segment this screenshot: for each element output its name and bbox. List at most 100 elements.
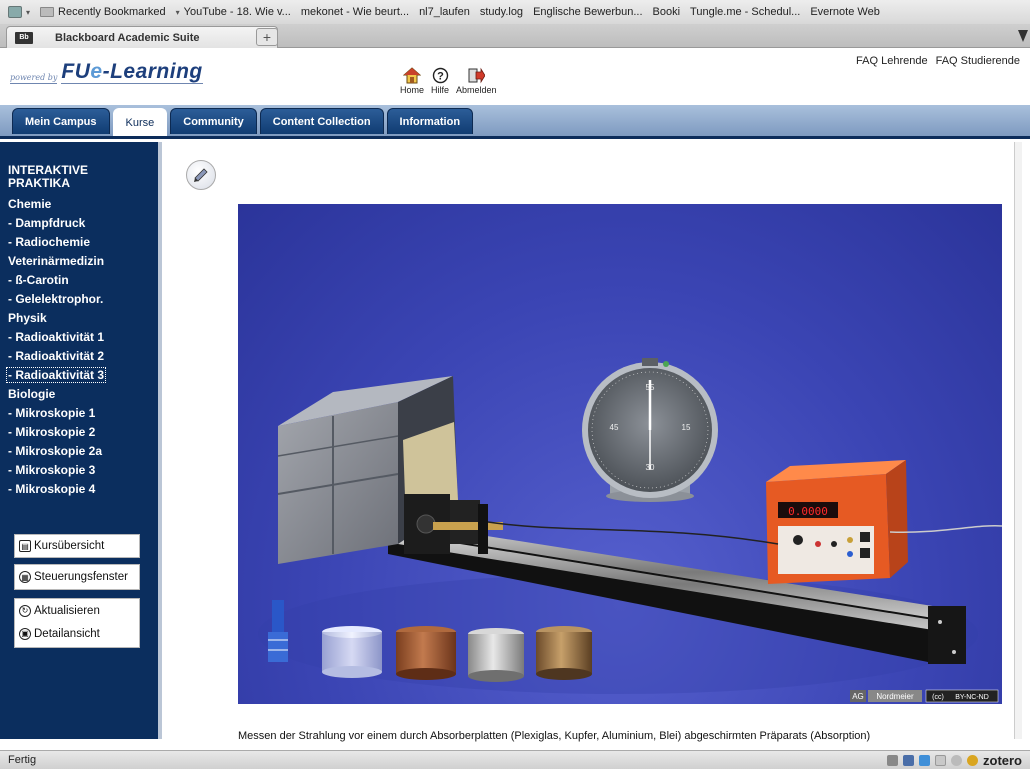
bookmark-tungle[interactable]: Tungle.me - Schedul... (690, 6, 800, 18)
fu-elearning-logo[interactable]: powered by FUe-Learning (10, 61, 203, 84)
book-icon: ▤ (19, 540, 31, 552)
svg-text:BY-NC-ND: BY-NC-ND (955, 694, 989, 701)
detector-cable (487, 521, 779, 545)
tab-list-chevron-icon[interactable] (1018, 30, 1028, 42)
stopwatch: 55 15 30 45 (582, 358, 718, 502)
bookmark-youtube[interactable]: ▾ YouTube - 18. Wie v... (176, 6, 291, 18)
detail-view-icon: ▣ (19, 627, 31, 640)
absorber-plexiglas (322, 626, 382, 678)
aktualisieren-button[interactable]: ↻ Aktualisieren (15, 599, 139, 622)
svg-text:45: 45 (610, 423, 619, 432)
svg-text:Nordmeier: Nordmeier (876, 692, 914, 701)
svg-text:?: ? (437, 70, 444, 82)
status-icons: zotero (887, 753, 1022, 768)
logout-icon (466, 65, 486, 85)
tab-information[interactable]: Information (386, 108, 474, 134)
absorber-kupfer (396, 626, 456, 680)
sidebar-item-radioaktivitaet-2[interactable]: - Radioaktivität 2 (8, 347, 158, 366)
folder-icon (40, 7, 55, 17)
sidebar-group-physik: Physik (8, 311, 47, 325)
chevron-down-icon: ▾ (26, 7, 31, 17)
faq-links: FAQ Lehrende FAQ Studierende (856, 55, 1020, 67)
svg-text:AG: AG (852, 692, 864, 701)
status-text: Fertig (8, 754, 37, 766)
pencil-tool-icon[interactable] (186, 160, 216, 190)
photo-caption: Messen der Strahlung vor einem durch Abs… (238, 730, 871, 742)
tab-mein-campus[interactable]: Mein Campus (12, 108, 110, 134)
sidebar-item-mikroskopie-2[interactable]: - Mikroskopie 2 (8, 423, 158, 442)
main-content: 55 15 30 45 0.0000 (166, 142, 1022, 742)
tab-community[interactable]: Community (170, 108, 257, 134)
browser-status-bar: Fertig zotero (0, 750, 1030, 769)
faq-lehrende-link[interactable]: FAQ Lehrende (856, 55, 928, 67)
powered-by-label: powered by (10, 73, 58, 84)
refresh-icon: ↻ (19, 604, 31, 617)
sidebar-item-radioaktivitaet-1[interactable]: - Radioaktivität 1 (8, 328, 158, 347)
bookmark-booki[interactable]: Booki (653, 6, 681, 18)
logout-link[interactable]: Abmelden (456, 65, 497, 95)
course-sidebar: INTERAKTIVE PRAKTIKA Chemie - Dampfdruck… (0, 142, 162, 739)
bookmark-englische-bewerbung[interactable]: Englische Bewerbun... (533, 6, 642, 18)
control-window-icon: ▦ (19, 571, 31, 583)
tab-title: Blackboard Academic Suite (55, 31, 200, 44)
circle-icon[interactable] (951, 755, 962, 766)
sidebar-action-group: ↻ Aktualisieren ▣ Detailansicht (14, 598, 140, 648)
bookmark-study-log[interactable]: study.log (480, 6, 523, 18)
bookmark-recently-bookmarked[interactable]: Recently Bookmarked (40, 6, 166, 18)
help-icon: ? (430, 65, 450, 85)
lock-icon (887, 755, 898, 766)
sidebar-item-radioaktivitaet-3[interactable]: - Radioaktivität 3 (6, 366, 158, 385)
snowflake-icon[interactable] (919, 755, 930, 766)
faq-studierende-link[interactable]: FAQ Studierende (936, 55, 1020, 67)
site-header: powered by FUe-Learning Home ? Hilfe Abm… (0, 49, 1030, 105)
sidebar-group-chemie: Chemie (8, 197, 52, 211)
sidebar-item-radiochemie[interactable]: - Radiochemie (8, 233, 158, 252)
sidebar-group-biologie: Biologie (8, 387, 56, 401)
browser-tab-blackboard[interactable]: Bb Blackboard Academic Suite (6, 26, 278, 48)
help-link[interactable]: ? Hilfe (430, 65, 450, 95)
sidebar-item-mikroskopie-3[interactable]: - Mikroskopie 3 (8, 461, 158, 480)
brand-name: FUe-Learning (61, 60, 203, 84)
home-icon (402, 65, 422, 85)
bookmark-menu[interactable]: ▾ (8, 6, 30, 18)
svg-text:(cc): (cc) (932, 694, 944, 701)
pulse-counter: 0.0000 (766, 460, 1002, 584)
main-navigation: Mein Campus Kurse Community Content Coll… (0, 105, 1030, 139)
tab-kurse[interactable]: Kurse (112, 108, 168, 136)
photo-credit: AG Nordmeier (cc) BY-NC-ND (850, 689, 999, 703)
bookmarks-bar: ▾ Recently Bookmarked ▾ YouTube - 18. Wie… (0, 0, 1030, 24)
absorber-aluminium (468, 628, 524, 682)
sidebar-title: INTERAKTIVE PRAKTIKA (8, 163, 89, 190)
mail-icon[interactable] (935, 755, 946, 766)
new-tab-button[interactable]: + (256, 28, 278, 46)
sidebar-item-mikroskopie-4[interactable]: - Mikroskopie 4 (8, 480, 158, 499)
sidebar-item-mikroskopie-1[interactable]: - Mikroskopie 1 (8, 404, 158, 423)
sparkle-icon[interactable] (967, 755, 978, 766)
svg-text:0.0000: 0.0000 (788, 505, 828, 518)
bookmark-nl7-laufen[interactable]: nl7_laufen (419, 6, 470, 18)
sidebar-item-dampfdruck[interactable]: - Dampfdruck (8, 214, 158, 233)
top-navigation: Home ? Hilfe Abmelden (400, 65, 497, 95)
sidebar-item-mikroskopie-2a[interactable]: - Mikroskopie 2a (8, 442, 158, 461)
browser-tab-bar: Bb Blackboard Academic Suite + (0, 24, 1030, 48)
detailansicht-button[interactable]: ▣ Detailansicht (15, 622, 139, 645)
sidebar-group-veterinaermedizin: Veterinärmedizin (8, 254, 105, 268)
experiment-photo: 55 15 30 45 0.0000 (238, 204, 1002, 704)
bookmarks-icon (8, 6, 22, 18)
bookmark-mekonet[interactable]: mekonet - Wie beurt... (301, 6, 409, 18)
bookmark-evernote[interactable]: Evernote Web (810, 6, 880, 18)
svg-text:15: 15 (682, 423, 691, 432)
blackboard-favicon: Bb (15, 31, 33, 44)
zotero-button[interactable]: zotero (983, 753, 1022, 768)
tab-content-collection[interactable]: Content Collection (259, 108, 384, 134)
content-scrollbar[interactable] (1014, 142, 1022, 739)
steuerungsfenster-button[interactable]: ▦ Steuerungsfenster (14, 564, 140, 590)
screen-icon[interactable] (903, 755, 914, 766)
chevron-down-icon: ▾ (175, 7, 180, 17)
sidebar-item-gelelektrophorese[interactable]: - Gelelektrophor. (8, 290, 158, 309)
sidebar-item-beta-carotin[interactable]: - ß-Carotin (8, 271, 158, 290)
absorber-blei (536, 626, 592, 680)
home-link[interactable]: Home (400, 65, 424, 95)
kursuebersicht-button[interactable]: ▤ Kursübersicht (14, 534, 140, 558)
experiment-illustration: 55 15 30 45 0.0000 (258, 358, 1002, 703)
